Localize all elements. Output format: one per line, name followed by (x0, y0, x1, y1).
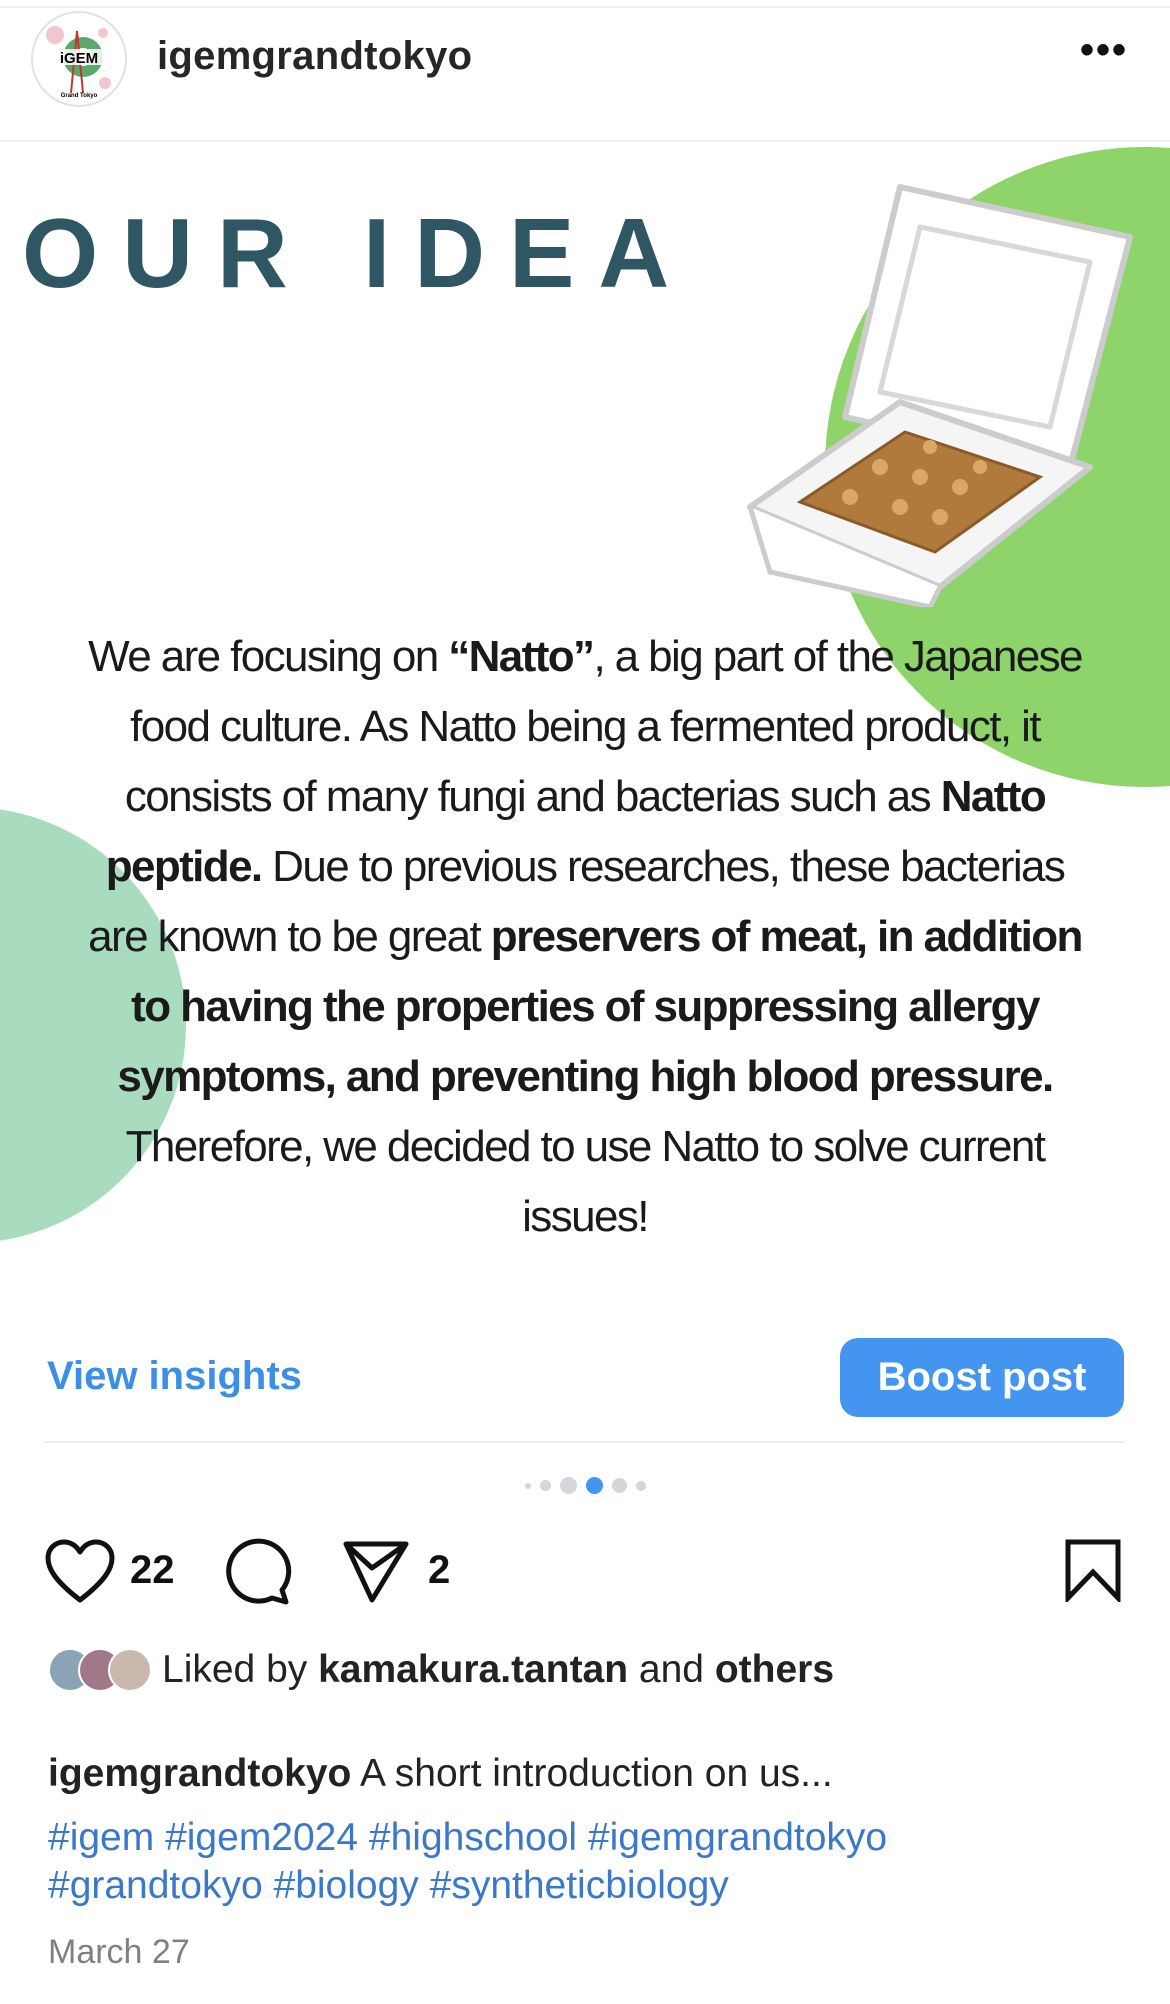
body-text-line: to having the properties of suppressing … (0, 972, 1170, 1042)
carousel-dot (611, 1478, 627, 1493)
post-image[interactable]: OUR IDEA We are focusing on “Natto”, a b… (0, 140, 1170, 1300)
hashtag-link[interactable]: #biology (274, 1864, 419, 1907)
heart-icon[interactable] (44, 1538, 116, 1604)
text-segment: food culture. As Natto being a fermented… (130, 702, 1041, 751)
hashtag-link[interactable]: #igem (48, 1816, 154, 1859)
more-options-icon[interactable]: ••• (1080, 30, 1128, 70)
others-link[interactable]: others (715, 1648, 834, 1692)
liked-by-row[interactable]: Liked by kamakura.tantan and others (48, 1648, 834, 1692)
text-segment: We are focusing on (88, 632, 449, 681)
body-text-line: We are focusing on “Natto”, a big part o… (0, 622, 1170, 692)
bold-text: to having the properties of suppressing … (131, 982, 1040, 1031)
hashtag-link[interactable]: #syntheticbiology (430, 1864, 729, 1907)
liked-by-and: and (628, 1648, 715, 1691)
svg-text:Grand Tokyo: Grand Tokyo (61, 93, 98, 99)
hashtag-link[interactable]: #igem2024 (165, 1816, 358, 1859)
caption-text[interactable]: A short introduction on us... (351, 1752, 833, 1795)
bold-text: peptide. (105, 842, 263, 891)
post-date: March 27 (48, 1933, 190, 1971)
body-text-line: food culture. As Natto being a fermented… (0, 692, 1170, 762)
profile-avatar[interactable]: iGEM Grand Tokyo (31, 11, 127, 107)
hashtag-link[interactable]: #highschool (369, 1816, 577, 1859)
body-text-line: consists of many fungi and bacterias suc… (0, 762, 1170, 832)
text-segment: issues! (522, 1192, 649, 1241)
hashtag-link[interactable]: #grandtokyo (48, 1864, 263, 1907)
caption-username[interactable]: igemgrandtokyo (48, 1752, 351, 1795)
svg-text:iGEM: iGEM (60, 50, 98, 67)
likes-count[interactable]: 22 (130, 1548, 175, 1593)
hashtags-line-2: #grandtokyo #biology #syntheticbiology (48, 1864, 729, 1908)
bold-text: “Natto” (448, 632, 595, 681)
image-title: OUR IDEA (22, 198, 694, 308)
bookmark-icon[interactable] (1064, 1538, 1122, 1602)
bold-text: preservers of meat, in addition (490, 912, 1084, 961)
bold-text: symptoms, and preventing high blood pres… (117, 1052, 1054, 1101)
natto-container-illustration (747, 184, 1133, 607)
view-insights-link[interactable]: View insights (47, 1354, 302, 1399)
carousel-dot (524, 1482, 531, 1489)
text-segment: Due to previous researches, these bacter… (261, 842, 1066, 891)
carousel-dot-active (585, 1477, 603, 1494)
body-text-line: are known to be great preservers of meat… (0, 902, 1170, 972)
text-segment: Therefore, we decided to use Natto to so… (125, 1122, 1046, 1171)
liker-username[interactable]: kamakura.tantan (318, 1648, 628, 1692)
body-text-line: symptoms, and preventing high blood pres… (0, 1042, 1170, 1112)
top-divider (0, 6, 1170, 8)
comment-icon[interactable] (222, 1538, 292, 1606)
bold-text: Natto (940, 772, 1047, 821)
text-segment: consists of many fungi and bacterias suc… (124, 772, 941, 821)
username[interactable]: igemgrandtokyo (157, 34, 472, 79)
image-body-text: We are focusing on “Natto”, a big part o… (0, 622, 1170, 1252)
divider (45, 1441, 1125, 1443)
hashtags-line-1: #igem #igem2024 #highschool #igemgrandto… (48, 1816, 887, 1860)
text-segment: , a big part of the Japanese (593, 632, 1083, 681)
shares-count[interactable]: 2 (428, 1548, 450, 1593)
boost-post-button[interactable]: Boost post (840, 1338, 1124, 1417)
body-text-line: Therefore, we decided to use Natto to so… (0, 1112, 1170, 1182)
carousel-dot (559, 1477, 577, 1494)
share-icon[interactable] (342, 1538, 410, 1604)
carousel-dot (635, 1480, 646, 1491)
body-text-line: peptide. Due to previous researches, the… (0, 832, 1170, 902)
caption: igemgrandtokyo A short introduction on u… (48, 1708, 833, 1796)
hashtag-link[interactable]: #igemgrandtokyo (588, 1816, 887, 1859)
liker-avatar[interactable] (108, 1648, 152, 1692)
igem-logo-icon: iGEM Grand Tokyo (41, 26, 117, 99)
body-text-line: issues! (0, 1182, 1170, 1252)
carousel-indicator (0, 1477, 1170, 1494)
liked-by-prefix: Liked by (162, 1648, 319, 1691)
text-segment: are known to be great (88, 912, 491, 961)
carousel-dot (539, 1480, 551, 1491)
